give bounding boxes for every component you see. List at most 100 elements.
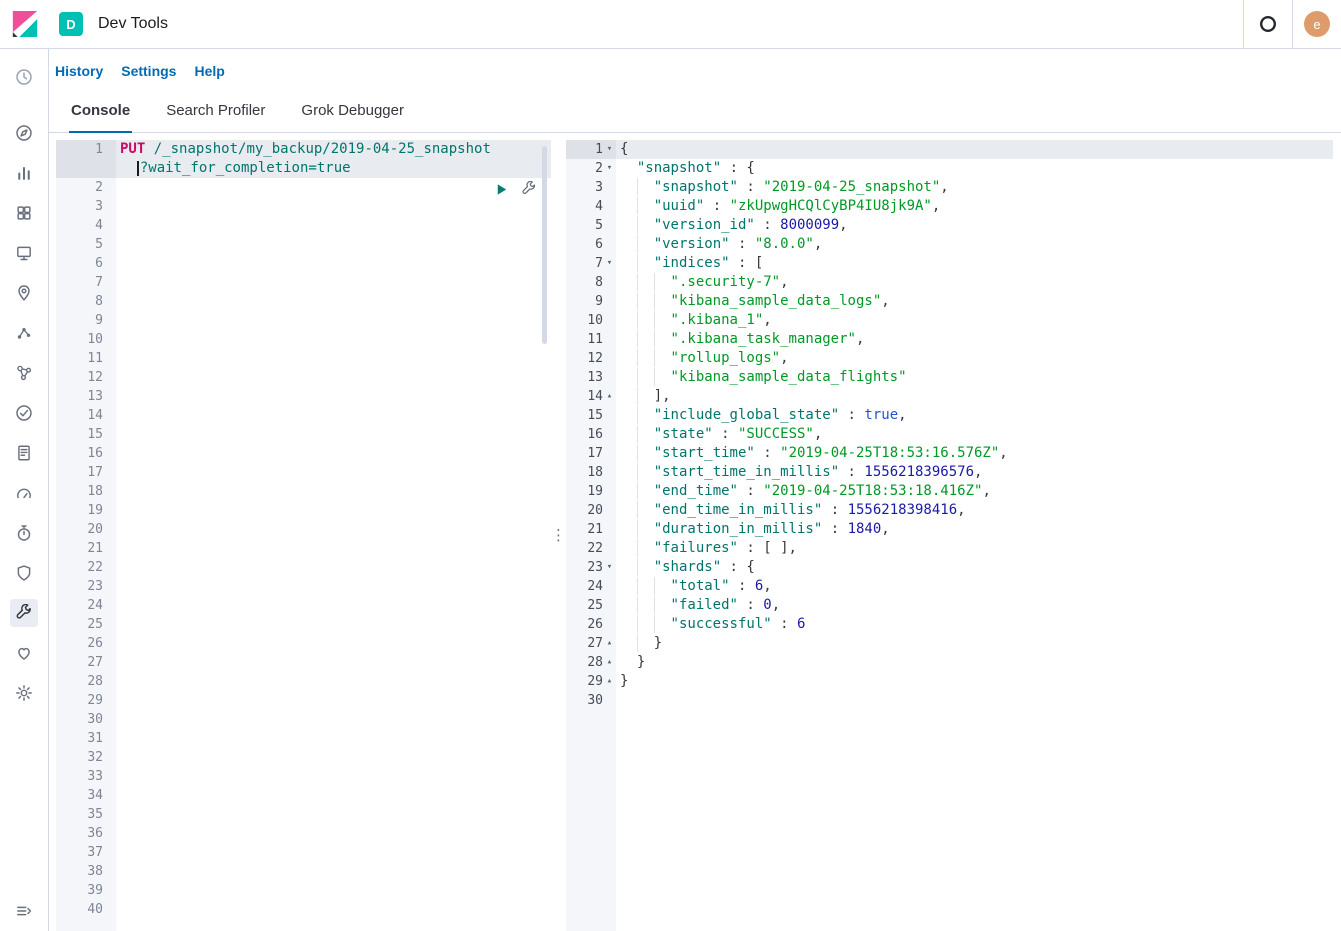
request-line[interactable]: 9 [56,311,551,330]
help-link[interactable]: Help [194,63,224,79]
request-line[interactable]: 20 [56,520,551,539]
request-line[interactable]: 31 [56,729,551,748]
request-line[interactable]: 1PUT /_snapshot/my_backup/2019-04-25_sna… [56,140,551,159]
code-text [116,843,551,862]
request-line[interactable]: 37 [56,843,551,862]
request-line[interactable]: 11 [56,349,551,368]
request-line[interactable]: 5 [56,235,551,254]
sidebar-item-canvas[interactable] [10,239,38,267]
request-line[interactable]: 7 [56,273,551,292]
code-text [116,577,551,596]
response-line: 28▴} [566,653,1333,672]
tab-grok-debugger[interactable]: Grok Debugger [299,89,406,132]
gutter-cell: 30 [56,710,116,729]
collapse-nav-button[interactable] [10,897,38,925]
request-line[interactable]: 27 [56,653,551,672]
kibana-logo[interactable] [0,0,49,48]
gutter-cell: 14 [56,406,116,425]
request-line[interactable]: 17 [56,463,551,482]
request-line[interactable]: 24 [56,596,551,615]
request-line[interactable]: 38 [56,862,551,881]
request-line[interactable]: 8 [56,292,551,311]
request-line[interactable]: 28 [56,672,551,691]
request-line[interactable]: 14 [56,406,551,425]
request-line[interactable]: 32 [56,748,551,767]
bar-chart-icon [15,164,33,182]
code-text [116,615,551,634]
fold-up-icon[interactable]: ▴ [603,387,616,406]
history-link[interactable]: History [55,63,103,79]
request-line[interactable]: 33 [56,767,551,786]
request-line[interactable]: 29 [56,691,551,710]
sidebar-item-apm[interactable] [10,519,38,547]
response-line: 13"kibana_sample_data_flights" [566,368,1333,387]
sidebar-item-graph[interactable] [10,359,38,387]
request-line[interactable]: 18 [56,482,551,501]
request-line[interactable]: 12 [56,368,551,387]
request-line[interactable]: 23 [56,577,551,596]
request-line[interactable]: ?wait_for_completion=true [56,159,551,178]
code-text: "failed" : 0, [616,596,1333,615]
line-number: 22 [566,539,603,558]
request-options-button[interactable] [521,181,537,197]
tab-search-profiler[interactable]: Search Profiler [164,89,267,132]
line-number: 26 [566,615,603,634]
request-line[interactable]: 19 [56,501,551,520]
settings-link[interactable]: Settings [121,63,176,79]
sidebar-item-visualize[interactable] [10,159,38,187]
sidebar-item-dev-tools[interactable] [10,599,38,627]
line-number: 27 [87,653,103,672]
fold-down-icon[interactable]: ▾ [603,254,616,273]
sidebar-item-metrics[interactable] [10,479,38,507]
fold-up-icon[interactable]: ▴ [603,634,616,653]
request-line[interactable]: 4 [56,216,551,235]
request-line[interactable]: 16 [56,444,551,463]
request-line[interactable]: 26 [56,634,551,653]
newsfeed-button[interactable] [1243,0,1292,48]
request-line[interactable]: 30 [56,710,551,729]
sidebar-item-machine-learning[interactable] [10,319,38,347]
code-text: ?wait_for_completion=true [116,159,551,178]
request-line[interactable]: 25 [56,615,551,634]
gutter-cell: 10 [566,311,616,330]
send-request-button[interactable] [494,182,509,197]
sidebar-item-maps[interactable] [10,279,38,307]
response-line: 20"end_time_in_millis" : 1556218398416, [566,501,1333,520]
code-text: "rollup_logs", [616,349,1333,368]
sidebar-item-logs[interactable] [10,439,38,467]
request-line[interactable]: 13 [56,387,551,406]
fold-down-icon[interactable]: ▾ [603,159,616,178]
sidebar-item-siem[interactable] [10,559,38,587]
request-line[interactable]: 3 [56,197,551,216]
sidebar-item-uptime[interactable] [10,399,38,427]
fold-up-icon[interactable]: ▴ [603,672,616,691]
request-line[interactable]: 15 [56,425,551,444]
request-line[interactable]: 22 [56,558,551,577]
fold-down-icon[interactable]: ▾ [603,140,616,159]
request-line[interactable]: 34 [56,786,551,805]
request-line[interactable]: 6 [56,254,551,273]
sidebar-item-recently-viewed[interactable] [10,63,38,91]
request-line[interactable]: 2 [56,178,551,197]
gutter-cell: 33 [56,767,116,786]
request-line[interactable]: 36 [56,824,551,843]
fold-up-icon[interactable]: ▴ [603,653,616,672]
request-line[interactable]: 39 [56,881,551,900]
tab-console[interactable]: Console [69,89,132,132]
request-line[interactable]: 10 [56,330,551,349]
fold-down-icon[interactable]: ▾ [603,558,616,577]
line-number: 23 [566,558,603,577]
easel-icon [15,244,33,262]
request-line[interactable]: 40 [56,900,551,919]
request-line[interactable]: 35 [56,805,551,824]
sidebar-item-stack-monitoring[interactable] [10,639,38,667]
line-number: 39 [87,881,103,900]
pane-resizer[interactable]: ⋮ [551,140,566,931]
request-scrollbar[interactable] [542,146,547,344]
request-line[interactable]: 21 [56,539,551,558]
sidebar-item-management[interactable] [10,679,38,707]
sidebar-item-dashboard[interactable] [10,199,38,227]
request-editor[interactable]: 1PUT /_snapshot/my_backup/2019-04-25_sna… [56,140,551,931]
user-menu-button[interactable]: e [1292,0,1341,48]
sidebar-item-discover[interactable] [10,119,38,147]
